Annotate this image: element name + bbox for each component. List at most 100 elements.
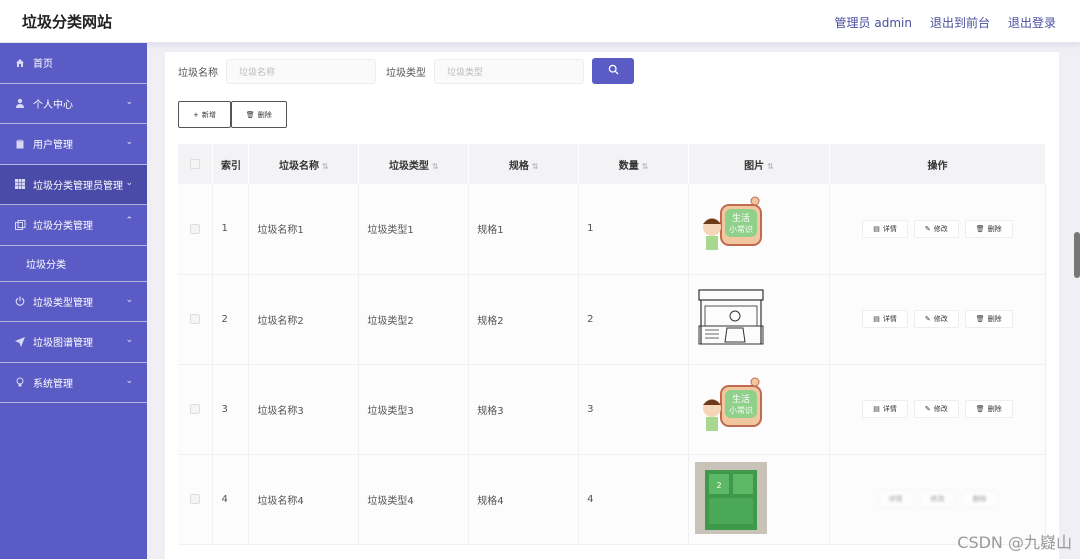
cell-type: 垃圾类型3 <box>358 364 470 455</box>
header-type[interactable]: 垃圾类型 ⇅ <box>358 144 470 184</box>
table-row: 4 垃圾名称4 垃圾类型4 规格4 4 2 详情 修改 删除 <box>178 454 1046 545</box>
header-name-label: 垃圾名称 <box>279 160 320 172</box>
sort-icon: ⇅ <box>431 161 439 171</box>
row-checkbox[interactable] <box>190 404 201 414</box>
trash-icon: 🗑 <box>975 405 985 413</box>
select-all-cell <box>178 144 214 184</box>
sidebar-item-label: 首页 <box>33 59 53 71</box>
sidebar-item-type-manage[interactable]: 垃圾类型管理 ⌄ <box>0 282 147 322</box>
row-delete-label: 删除 <box>987 315 1002 323</box>
shop-sketch-image <box>698 288 764 344</box>
svg-text:生活: 生活 <box>732 212 750 224</box>
row-checkbox[interactable] <box>190 223 201 234</box>
doc-icon: ▤ <box>873 224 880 233</box>
cell-qty: 1 <box>578 184 690 275</box>
cell-spec: 规格1 <box>468 184 580 275</box>
header-qty-label: 数量 <box>618 160 639 172</box>
cell-spec: 规格2 <box>468 274 580 365</box>
submenu-item-classify[interactable]: 垃圾分类 <box>0 245 147 282</box>
pencil-icon: ✎ <box>924 315 931 323</box>
edit-button[interactable]: 修改 <box>919 490 956 508</box>
batch-delete-button[interactable]: 🗑 删除 <box>230 101 287 128</box>
admin-label[interactable]: 管理员 admin <box>835 14 912 31</box>
add-button[interactable]: + 新增 <box>178 101 231 128</box>
cell-index: 4 <box>212 454 250 545</box>
row-checkbox[interactable] <box>190 314 201 324</box>
sidebar-item-classify-manage[interactable]: 垃圾分类管理 ⌃ <box>0 205 147 246</box>
header-spec-label: 规格 <box>508 160 529 172</box>
chevron-down-icon: ⌄ <box>125 96 133 107</box>
sort-icon: ⇅ <box>641 161 649 171</box>
copy-icon <box>14 219 26 231</box>
svg-text:2: 2 <box>717 481 722 490</box>
cell-image: 生活 小常识 <box>688 364 830 455</box>
header-image[interactable]: 图片 ⇅ <box>688 144 830 184</box>
edit-label: 修改 <box>933 405 948 413</box>
top-nav: 管理员 admin 退出到前台 退出登录 <box>835 14 1056 31</box>
plus-icon: + <box>193 110 199 119</box>
sidebar-item-system[interactable]: 系统管理 ⌄ <box>0 363 147 403</box>
sort-icon: ⇅ <box>767 161 774 171</box>
cell-index: 2 <box>212 274 250 365</box>
logout-link[interactable]: 退出登录 <box>1008 14 1056 31</box>
detail-label: 详情 <box>888 495 903 503</box>
row-checkbox[interactable] <box>190 494 201 504</box>
edit-button[interactable]: ✎ 修改 <box>913 400 959 418</box>
row-delete-button[interactable]: 🗑 删除 <box>964 310 1013 328</box>
detail-button[interactable]: ▤ 详情 <box>862 219 908 238</box>
green-bin-photo-image: 2 <box>695 461 768 534</box>
cell-qty: 3 <box>578 364 690 455</box>
cell-type: 垃圾类型4 <box>358 454 470 545</box>
chevron-down-icon: ⌄ <box>125 137 133 147</box>
trash-icon: 🗑 <box>245 110 255 119</box>
site-title: 垃圾分类网站 <box>22 13 113 31</box>
bulb-icon <box>14 376 26 388</box>
cell-name: 垃圾名称1 <box>248 184 360 275</box>
edit-label: 修改 <box>933 315 948 323</box>
row-delete-button[interactable]: 🗑 删除 <box>964 400 1013 418</box>
row-delete-button[interactable]: 🗑 删除 <box>964 219 1013 238</box>
edit-label: 修改 <box>933 224 948 233</box>
search-icon <box>608 64 619 78</box>
sidebar-item-label: 个人中心 <box>33 99 73 111</box>
cell-name: 垃圾名称3 <box>248 364 360 455</box>
chevron-down-icon: ⌄ <box>125 335 133 345</box>
edit-button[interactable]: ✎ 修改 <box>913 310 959 328</box>
toolbar: + 新增 🗑 删除 <box>178 101 287 128</box>
table-row: 3 垃圾名称3 垃圾类型3 规格3 3 生活 小常识 ▤ 详情 ✎ 修改 🗑 删… <box>178 364 1046 455</box>
sidebar-item-users[interactable]: 用户管理 ⌄ <box>0 124 147 165</box>
sort-icon: ⇅ <box>322 161 329 171</box>
chevron-down-icon: ⌄ <box>125 375 133 386</box>
svg-text:生活: 生活 <box>732 393 750 405</box>
sidebar-item-admin-manage[interactable]: 垃圾分类管理员管理 ⌄ <box>0 164 147 205</box>
header-qty[interactable]: 数量 ⇅ <box>578 144 690 184</box>
sidebar-item-label: 系统管理 <box>33 378 73 390</box>
chevron-down-icon: ⌄ <box>125 294 133 305</box>
name-search-input[interactable]: 垃圾名称 <box>226 58 376 84</box>
detail-label: 详情 <box>882 405 897 413</box>
select-all-checkbox[interactable] <box>190 159 201 169</box>
header-index: 索引 <box>212 144 250 184</box>
header-ops: 操作 <box>829 144 1046 184</box>
front-link[interactable]: 退出到前台 <box>930 14 990 31</box>
page-scrollbar[interactable] <box>1074 232 1080 278</box>
submenu-item-label: 垃圾分类 <box>26 259 66 271</box>
header-name[interactable]: 垃圾名称 ⇅ <box>248 144 360 184</box>
sidebar-item-graph-manage[interactable]: 垃圾图谱管理 ⌄ <box>0 322 147 363</box>
detail-button[interactable]: ▤ 详情 <box>862 400 908 418</box>
detail-button[interactable]: ▤ 详情 <box>862 310 908 328</box>
header-spec[interactable]: 规格 ⇅ <box>468 144 580 184</box>
sidebar-item-profile[interactable]: 个人中心 ⌄ <box>0 84 147 124</box>
edit-button[interactable]: ✎ 修改 <box>913 219 959 238</box>
table-header-row: 索引 垃圾名称 ⇅ 垃圾类型 ⇅ 规格 ⇅ 数量 ⇅ 图片 ⇅ 操作 <box>178 144 1046 184</box>
search-button[interactable] <box>592 58 634 84</box>
cell-image <box>688 274 830 365</box>
watermark: CSDN @九嶷山 <box>957 533 1072 552</box>
row-delete-button[interactable]: 删除 <box>961 490 998 508</box>
detail-button[interactable]: 详情 <box>877 490 914 508</box>
data-table: 索引 垃圾名称 ⇅ 垃圾类型 ⇅ 规格 ⇅ 数量 ⇅ 图片 ⇅ 操作 1 垃圾名称1 垃圾… <box>178 144 1046 545</box>
sidebar-item-home[interactable]: 首页 <box>0 43 147 84</box>
type-search-input[interactable]: 垃圾类型 <box>434 58 584 84</box>
cell-type: 垃圾类型2 <box>358 274 470 365</box>
cell-image: 2 <box>688 454 830 545</box>
